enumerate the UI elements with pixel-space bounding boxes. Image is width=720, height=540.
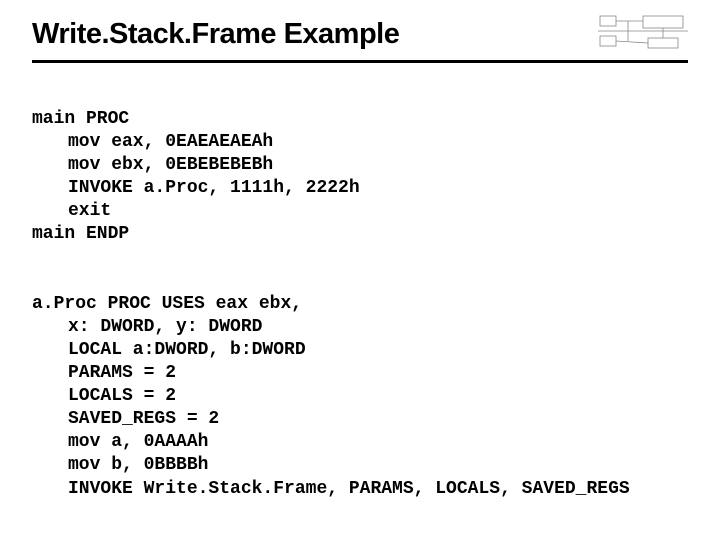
code-line: INVOKE Write.Stack.Frame, PARAMS, LOCALS…	[32, 479, 630, 499]
code-line: PARAMS = 2	[32, 363, 176, 383]
code-line: main ENDP	[32, 224, 129, 244]
code-line: x: DWORD, y: DWORD	[32, 317, 262, 337]
code-line: mov a, 0AAAAh	[32, 432, 208, 452]
code-block-aproc: a.Proc PROC USES eax ebx, x: DWORD, y: D…	[32, 270, 688, 500]
title-row: Write.Stack.Frame Example	[32, 18, 688, 54]
slide: Write.Stack.Frame Example main PROC mov …	[0, 0, 720, 501]
code-line: LOCALS = 2	[32, 386, 176, 406]
code-block-main: main PROC mov eax, 0EAEAEAEAh mov ebx, 0…	[32, 85, 688, 246]
code-line: LOCAL a:DWORD, b:DWORD	[32, 340, 306, 360]
code-line: mov ebx, 0EBEBEBEBh	[32, 155, 273, 175]
code-line: mov b, 0BBBBh	[32, 455, 208, 475]
code-line: mov eax, 0EAEAEAEAh	[32, 132, 273, 152]
code-line: SAVED_REGS = 2	[32, 409, 219, 429]
architecture-diagram-icon	[598, 14, 688, 54]
code-line: main PROC	[32, 109, 129, 129]
code-line: INVOKE a.Proc, 1111h, 2222h	[32, 178, 360, 198]
title-underline	[32, 60, 688, 63]
code-line: a.Proc PROC USES eax ebx,	[32, 294, 302, 314]
code-line: exit	[32, 201, 111, 221]
slide-title: Write.Stack.Frame Example	[32, 18, 399, 51]
